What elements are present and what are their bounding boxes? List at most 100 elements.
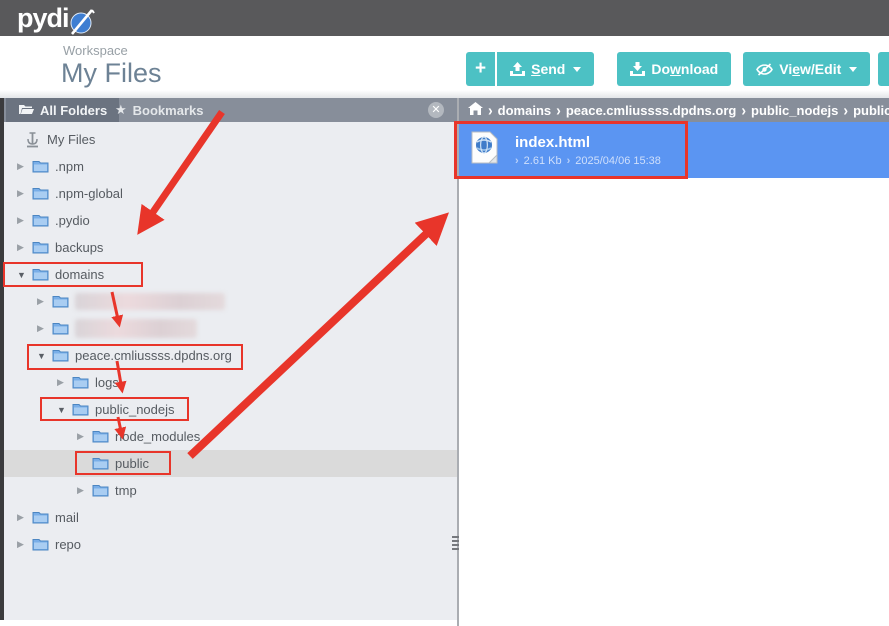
tree-item-label: public_nodejs: [95, 402, 175, 417]
file-list-panel: index.html › 2.61 Kb › 2025/04/06 15:38: [459, 122, 889, 626]
workspace-label: Workspace: [63, 43, 128, 58]
tree-item-public-nodejs[interactable]: public_nodejs: [4, 396, 457, 423]
file-modified: 2025/04/06 15:38: [575, 155, 661, 167]
chevron-down-icon: [573, 67, 581, 72]
download-button[interactable]: Download: [617, 52, 731, 86]
home-icon[interactable]: [468, 102, 483, 118]
tree-item-label: My Files: [47, 132, 95, 147]
folder-icon: [32, 511, 49, 524]
tree-item-npm-global[interactable]: .npm-global: [4, 180, 457, 207]
breadcrumb-domains[interactable]: domains: [498, 103, 551, 118]
folder-icon: [52, 322, 69, 335]
tab-bookmarks[interactable]: ★ Bookmarks: [103, 98, 215, 122]
tree-item-redacted-2[interactable]: [4, 315, 457, 342]
expand-collapsed-icon[interactable]: [17, 161, 32, 172]
breadcrumb-separator: ›: [843, 101, 848, 119]
tree-item-domains[interactable]: domains: [4, 261, 457, 288]
tab-label: Bookmarks: [133, 103, 204, 118]
tree-item-pydio[interactable]: .pydio: [4, 207, 457, 234]
folder-icon: [52, 295, 69, 308]
new-item-button[interactable]: +: [466, 52, 495, 86]
tree-item-label: peace.cmliussss.dpdns.org: [75, 348, 232, 363]
folder-icon: [32, 538, 49, 551]
tree-item-label: domains: [55, 267, 104, 282]
breadcrumb-separator: ›: [488, 101, 493, 119]
upload-icon: [510, 62, 525, 76]
folder-icon: [32, 214, 49, 227]
breadcrumb-domain-name[interactable]: peace.cmliussss.dpdns.org: [566, 103, 737, 118]
sidebar-tabbar: All Folders ★ Bookmarks ✕: [0, 98, 457, 122]
panel-resize-grip[interactable]: [452, 536, 460, 552]
expand-collapsed-icon[interactable]: [17, 242, 32, 253]
logo-text: pydi: [17, 3, 69, 33]
action-toolbar: + Send Download: [466, 52, 889, 86]
close-panel-icon[interactable]: ✕: [428, 102, 444, 118]
breadcrumb-public[interactable]: public: [853, 103, 889, 118]
expand-collapsed-icon[interactable]: [37, 296, 52, 307]
file-size: 2.61 Kb: [524, 155, 562, 167]
send-button[interactable]: Send: [497, 52, 594, 86]
tree-item-redacted-1[interactable]: [4, 288, 457, 315]
file-name: index.html: [515, 134, 661, 152]
folder-icon: [92, 484, 109, 497]
tree-item-node-modules[interactable]: node_modules: [4, 423, 457, 450]
expand-expanded-icon[interactable]: [37, 351, 52, 361]
tree-item-label: node_modules: [115, 429, 200, 444]
expand-collapsed-icon[interactable]: [17, 539, 32, 550]
folder-icon: [72, 403, 89, 416]
expand-collapsed-icon[interactable]: [37, 323, 52, 334]
tree-item-public[interactable]: public: [4, 450, 457, 477]
download-icon: [630, 62, 645, 76]
view-edit-button[interactable]: View/Edit: [743, 52, 870, 86]
html-file-icon: [471, 131, 498, 169]
folder-tree: My Files .npm .npm-global .pydio backups…: [4, 126, 457, 558]
tree-item-npm[interactable]: .npm: [4, 153, 457, 180]
pydio-logo: pydi: [17, 3, 92, 33]
folder-icon: [32, 160, 49, 173]
expand-expanded-icon[interactable]: [17, 270, 32, 280]
file-row-index-html[interactable]: index.html › 2.61 Kb › 2025/04/06 15:38: [459, 122, 889, 178]
workspace-icon: [26, 132, 39, 148]
tree-item-my-files[interactable]: My Files: [4, 126, 457, 153]
redacted-label: [75, 293, 225, 310]
folder-icon: [32, 241, 49, 254]
expand-collapsed-icon[interactable]: [17, 512, 32, 523]
tree-item-label: backups: [55, 240, 103, 255]
tree-item-peace-domain[interactable]: peace.cmliussss.dpdns.org: [4, 342, 457, 369]
expand-collapsed-icon[interactable]: [77, 485, 92, 496]
tree-item-logs[interactable]: logs: [4, 369, 457, 396]
folder-icon: [32, 187, 49, 200]
tab-label: All Folders: [40, 103, 107, 118]
top-bar: pydi: [0, 0, 889, 36]
tree-item-mail[interactable]: mail: [4, 504, 457, 531]
expand-collapsed-icon[interactable]: [17, 188, 32, 199]
breadcrumb-separator: ›: [741, 101, 746, 119]
pydio-rocket-icon: [70, 8, 92, 30]
expand-collapsed-icon[interactable]: [17, 215, 32, 226]
pydio-app: pydi Workspace My Files +: [0, 0, 889, 626]
breadcrumb-public-nodejs[interactable]: public_nodejs: [751, 103, 838, 118]
folder-icon: [92, 430, 109, 443]
folder-icon: [32, 268, 49, 281]
meta-separator: ›: [567, 155, 571, 167]
tree-item-label: .npm: [55, 159, 84, 174]
folder-icon: [72, 376, 89, 389]
folder-icon: [52, 349, 69, 362]
tree-item-label: logs: [95, 375, 119, 390]
tree-item-backups[interactable]: backups: [4, 234, 457, 261]
meta-separator: ›: [515, 155, 519, 167]
expand-collapsed-icon[interactable]: [57, 377, 72, 388]
tree-item-label: public: [115, 456, 149, 471]
redacted-label: [75, 319, 197, 338]
file-meta: › 2.61 Kb › 2025/04/06 15:38: [515, 155, 661, 167]
tree-item-label: .pydio: [55, 213, 90, 228]
expand-collapsed-icon[interactable]: [77, 431, 92, 442]
collapsed-panel-edge[interactable]: [0, 98, 4, 620]
more-button[interactable]: More: [878, 52, 889, 86]
breadcrumb-separator: ›: [556, 101, 561, 119]
expand-expanded-icon[interactable]: [57, 405, 72, 415]
tree-item-repo[interactable]: repo: [4, 531, 457, 558]
eye-off-icon: [756, 63, 773, 76]
tree-item-label: mail: [55, 510, 79, 525]
tree-item-tmp[interactable]: tmp: [4, 477, 457, 504]
